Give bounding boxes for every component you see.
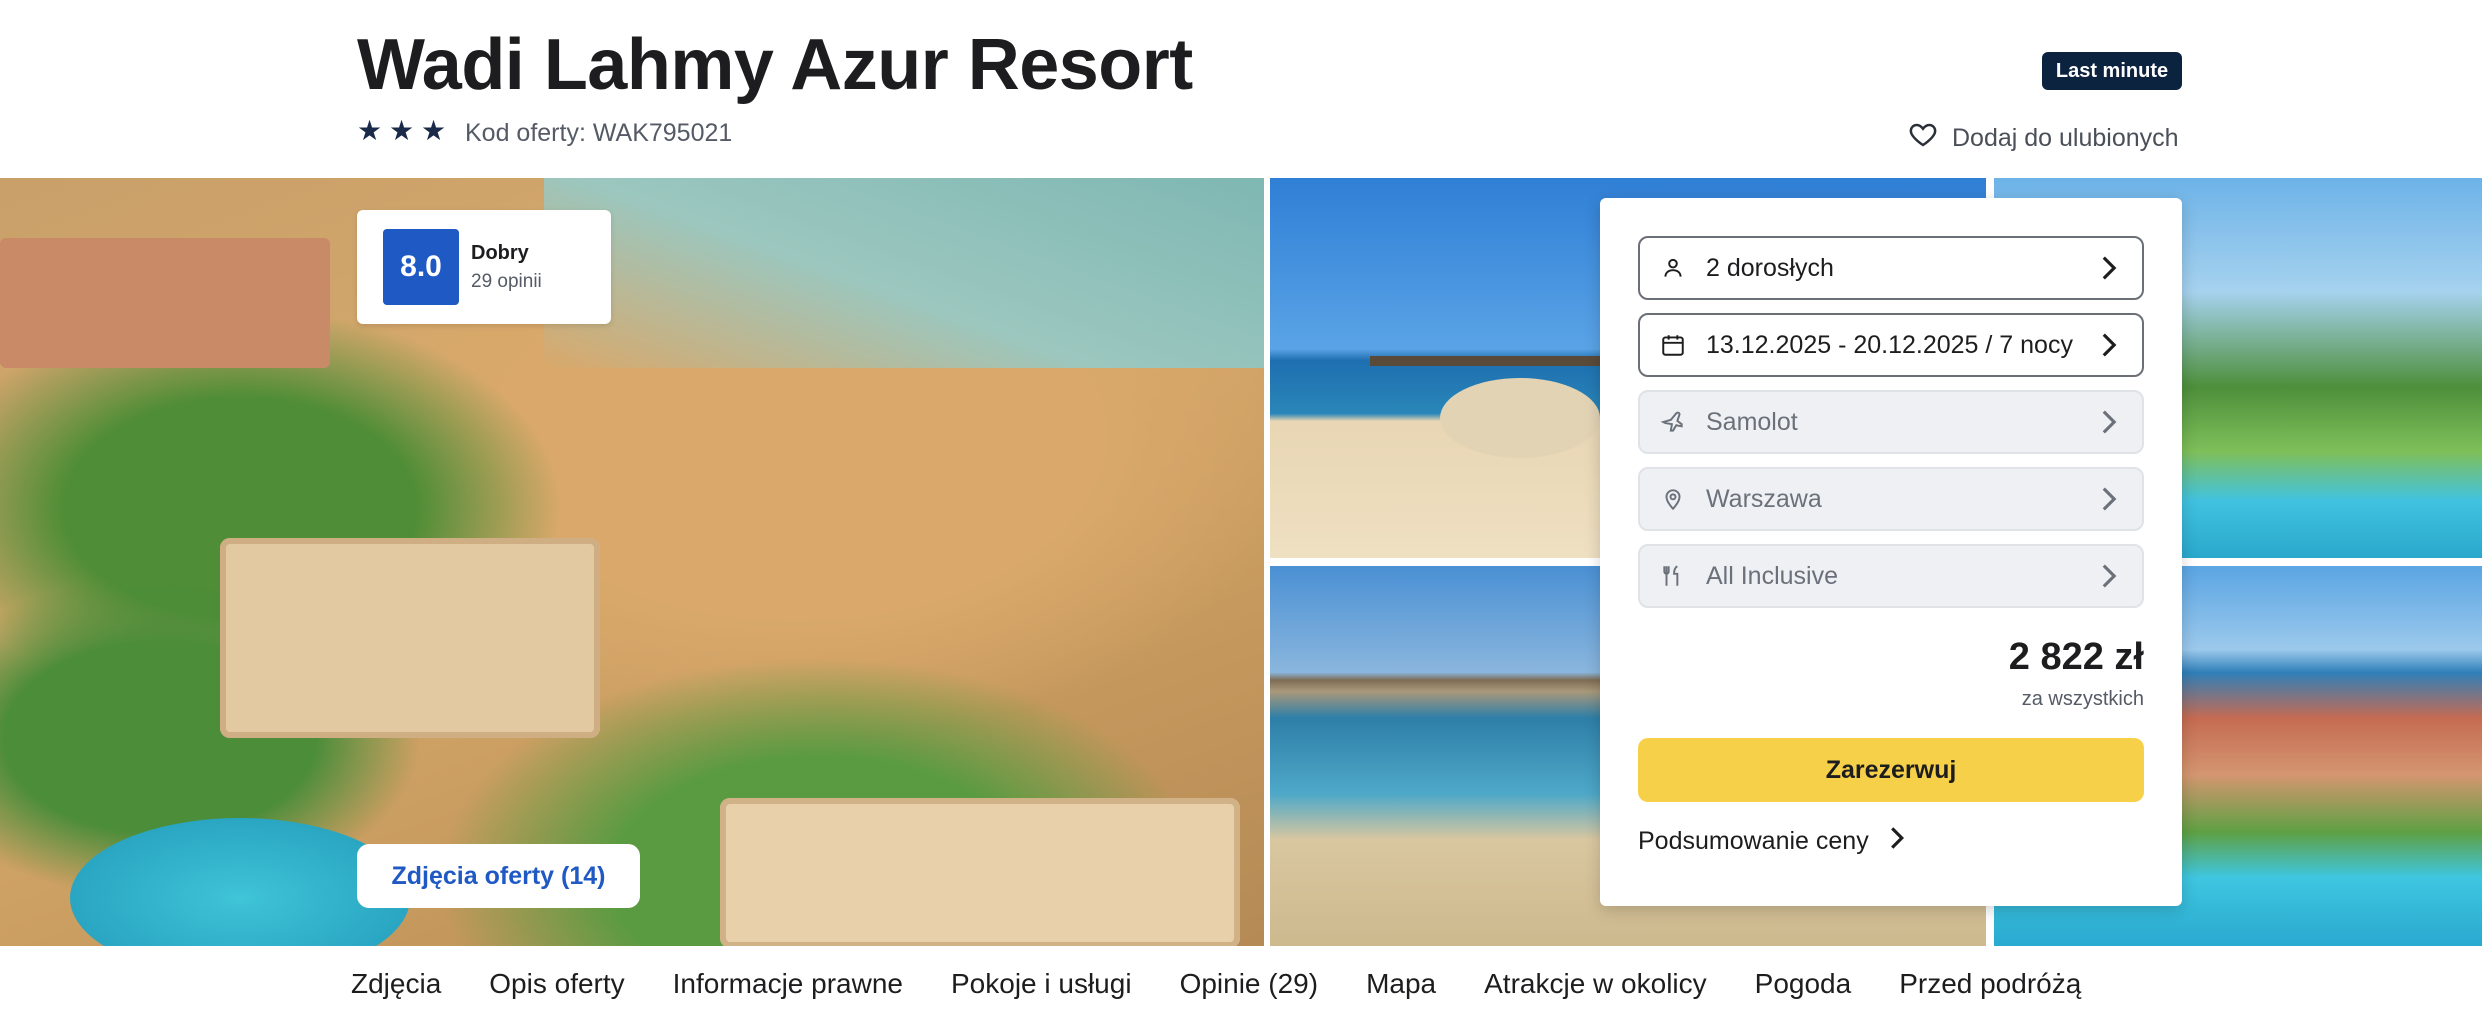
chevron-right-icon <box>2098 486 2120 512</box>
sea-area <box>544 178 1264 368</box>
departure-city-value: Warszawa <box>1706 484 1822 513</box>
building <box>720 798 1240 946</box>
chevron-right-icon <box>2098 255 2120 281</box>
location-pin-icon <box>1660 486 1686 512</box>
booking-panel: 2 dorosłych 13.12.2025 - 20.12.2025 / 7 … <box>1600 198 2182 906</box>
board-type-value: All Inclusive <box>1706 561 1838 590</box>
building <box>0 238 330 368</box>
page-title: Wadi Lahmy Azur Resort <box>357 25 1193 105</box>
star-icon: ★ <box>357 115 383 146</box>
heart-icon <box>1908 120 1938 157</box>
nav-item-rooms[interactable]: Pokoje i usługi <box>951 968 1132 1000</box>
offer-code: Kod oferty: WAK795021 <box>465 119 733 147</box>
nav-item-attractions[interactable]: Atrakcje w okolicy <box>1484 968 1707 1000</box>
total-price: 2 822 zł <box>2008 636 2144 678</box>
chevron-right-icon <box>1889 826 1905 857</box>
calendar-icon <box>1660 332 1686 358</box>
price-summary-label: Podsumowanie ceny <box>1638 827 1869 855</box>
building <box>220 538 600 738</box>
rating-card[interactable]: 8.0 Dobry 29 opinii <box>357 210 611 324</box>
umbrella <box>1440 378 1600 458</box>
chevron-right-icon <box>2098 563 2120 589</box>
price-note: za wszystkich <box>2021 688 2144 710</box>
fork-knife-icon <box>1660 563 1686 589</box>
main-photo[interactable] <box>0 178 1264 946</box>
offer-photos-button[interactable]: Zdjęcia oferty (14) <box>357 844 640 908</box>
star-rating: ★ ★ ★ <box>357 115 447 146</box>
add-to-favorites-label: Dodaj do ulubionych <box>1952 124 2179 152</box>
section-nav: Zdjęcia Opis oferty Informacje prawne Po… <box>351 968 2081 1000</box>
star-icon: ★ <box>389 115 415 146</box>
nav-item-before-trip[interactable]: Przed podróżą <box>1899 968 2081 1000</box>
nav-item-photos[interactable]: Zdjęcia <box>351 968 441 1000</box>
book-button[interactable]: Zarezerwuj <box>1638 738 2144 802</box>
dates-value: 13.12.2025 - 20.12.2025 / 7 nocy <box>1706 330 2073 359</box>
rating-label: Dobry <box>471 241 529 264</box>
nav-item-map[interactable]: Mapa <box>1366 968 1436 1000</box>
departure-city-field[interactable]: Warszawa <box>1638 467 2144 531</box>
chevron-right-icon <box>2098 409 2120 435</box>
last-minute-badge: Last minute <box>2042 52 2182 90</box>
dates-field[interactable]: 13.12.2025 - 20.12.2025 / 7 nocy <box>1638 313 2144 377</box>
chevron-right-icon <box>2098 332 2120 358</box>
person-icon <box>1660 255 1686 281</box>
add-to-favorites-button[interactable]: Dodaj do ulubionych <box>1908 120 2179 157</box>
star-icon: ★ <box>421 115 447 146</box>
price-summary-link[interactable]: Podsumowanie ceny <box>1638 826 1905 857</box>
transport-value: Samolot <box>1706 407 1798 436</box>
board-type-field[interactable]: All Inclusive <box>1638 544 2144 608</box>
rating-score: 8.0 <box>383 229 459 305</box>
review-count: 29 opinii <box>471 270 542 292</box>
transport-field[interactable]: Samolot <box>1638 390 2144 454</box>
nav-item-legal[interactable]: Informacje prawne <box>673 968 903 1000</box>
nav-item-reviews[interactable]: Opinie (29) <box>1180 968 1319 1000</box>
nav-item-description[interactable]: Opis oferty <box>489 968 624 1000</box>
nav-item-weather[interactable]: Pogoda <box>1755 968 1852 1000</box>
travelers-value: 2 dorosłych <box>1706 253 1834 282</box>
plane-icon <box>1660 409 1686 435</box>
travelers-field[interactable]: 2 dorosłych <box>1638 236 2144 300</box>
